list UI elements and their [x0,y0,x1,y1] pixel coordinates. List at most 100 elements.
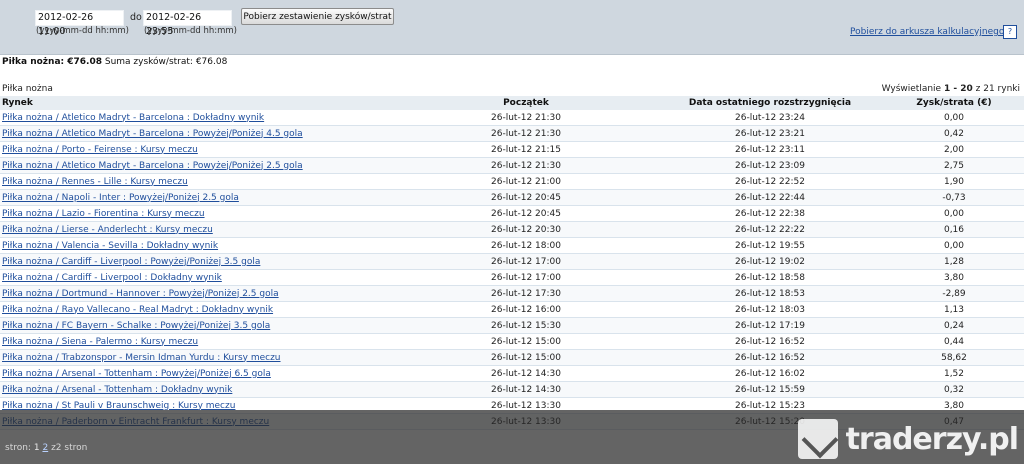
profit-loss-value: 58,62 [941,352,967,363]
market-link[interactable]: Piłka nożna / Napoli - Inter : Powyżej/P… [2,193,239,203]
settled-time: 26-lut-12 23:21 [735,128,805,139]
market-link[interactable]: Piłka nożna / Arsenal - Tottenham : Dokł… [2,385,232,395]
start-time: 26-lut-12 17:00 [491,272,561,283]
market-link[interactable]: Piłka nożna / Atletico Madryt - Barcelon… [2,161,303,171]
table-row: Piłka nożna / Dortmund - Hannover : Powy… [0,285,1024,302]
market-link[interactable]: Piłka nożna / Porto - Feirense : Kursy m… [2,145,198,155]
market-link[interactable]: Piłka nożna / Rennes - Lille : Kursy mec… [2,177,188,187]
table-row: Piłka nożna / Lazio - Fiorentina : Kursy… [0,205,1024,222]
start-time: 26-lut-12 21:00 [491,176,561,187]
col-settled[interactable]: Data ostatniego rozstrzygnięcia [668,96,872,110]
market-link[interactable]: Piłka nożna / Arsenal - Tottenham : Powy… [2,369,271,379]
section-title: Piłka nożna [2,84,53,94]
total-value: €76.08 [195,57,228,67]
market-link-cell: Piłka nożna / Valencia - Sevilla : Dokła… [0,237,384,254]
profit-loss-value: 3,80 [943,272,965,283]
start-time: 26-lut-12 20:45 [491,208,561,219]
page-2-link[interactable]: 2 [42,443,48,453]
help-icon[interactable]: ? [1003,25,1017,39]
settled-time: 26-lut-12 16:52 [735,352,805,363]
start-time-cell: 26-lut-12 17:30 [384,285,668,302]
date-to-input[interactable]: 2012-02-26 23:55 [143,10,232,37]
start-time: 26-lut-12 17:00 [491,256,561,267]
profit-loss-value-cell: 3,80 [872,269,1024,286]
market-link-cell: Piłka nożna / Arsenal - Tottenham : Dokł… [0,381,384,398]
watermark: traderzy.pl [797,418,1019,460]
market-link-cell: Piłka nożna / Napoli - Inter : Powyżej/P… [0,189,384,206]
start-time: 26-lut-12 13:30 [491,400,561,411]
settled-time-cell: 26-lut-12 23:21 [668,125,872,142]
col-start[interactable]: Początek [384,96,668,110]
market-link[interactable]: Piłka nożna / Siena - Palermo : Kursy me… [2,337,198,347]
total-label: Suma zysków/strat: [104,57,193,67]
summary-line: Piłka nożna: €76.08 Suma zysków/strat: €… [2,57,227,67]
start-time: 26-lut-12 15:00 [491,352,561,363]
table-row: Piłka nożna / Rayo Vallecano - Real Madr… [0,301,1024,318]
pager-total: z2 stron [51,443,88,453]
start-time-cell: 26-lut-12 21:15 [384,141,668,158]
profit-loss-value: 1,52 [943,368,965,379]
settled-time: 26-lut-12 23:09 [735,160,805,171]
start-time-cell: 26-lut-12 15:00 [384,349,668,366]
start-time: 26-lut-12 14:30 [491,384,561,395]
settled-time-cell: 26-lut-12 22:22 [668,221,872,238]
table-row: Piłka nożna / Atletico Madryt - Barcelon… [0,157,1024,174]
market-link[interactable]: Piłka nożna / Lazio - Fiorentina : Kursy… [2,209,205,219]
market-link[interactable]: Piłka nożna / Cardiff - Liverpool : Dokł… [2,273,222,283]
get-report-button[interactable]: Pobierz zestawienie zysków/strat [241,8,394,25]
table-row: Piłka nożna / Arsenal - Tottenham : Dokł… [0,381,1024,398]
table-header: Rynek Początek Data ostatniego rozstrzyg… [0,96,1024,110]
market-link[interactable]: Piłka nożna / FC Bayern - Schalke : Powy… [2,321,270,331]
start-time: 26-lut-12 21:30 [491,128,561,139]
market-link-cell: Piłka nożna / Porto - Feirense : Kursy m… [0,141,384,158]
page-1: 1 [33,443,40,453]
table-row: Piłka nożna / Rennes - Lille : Kursy mec… [0,173,1024,190]
market-link[interactable]: Piłka nożna / St Pauli v Braunschweig : … [2,401,235,411]
market-link-cell: Piłka nożna / Atletico Madryt - Barcelon… [0,125,384,142]
profit-loss-value-cell: 0,00 [872,237,1024,254]
date-to-label: do [130,12,142,23]
settled-time-cell: 26-lut-12 19:55 [668,237,872,254]
settled-time-cell: 26-lut-12 23:24 [668,110,872,126]
profit-loss-value-cell: 0,42 [872,125,1024,142]
start-time-cell: 26-lut-12 20:45 [384,189,668,206]
export-spreadsheet-link[interactable]: Pobierz do arkusza kalkulacyjnego [850,27,1004,37]
market-link[interactable]: Piłka nożna / Dortmund - Hannover : Powy… [2,289,279,299]
profit-loss-value-cell: 0,24 [872,317,1024,334]
market-link[interactable]: Piłka nożna / Rayo Vallecano - Real Madr… [2,305,273,315]
market-link[interactable]: Piłka nożna / Cardiff - Liverpool : Powy… [2,257,260,267]
market-link[interactable]: Piłka nożna / Valencia - Sevilla : Dokła… [2,241,218,251]
start-time: 26-lut-12 16:00 [491,304,561,315]
settled-time: 26-lut-12 18:03 [735,304,805,315]
table-row: Piłka nożna / Siena - Palermo : Kursy me… [0,333,1024,350]
col-market[interactable]: Rynek [0,96,384,110]
settled-time: 26-lut-12 22:22 [735,224,805,235]
profit-loss-value-cell: 0,32 [872,381,1024,398]
start-time: 26-lut-12 21:30 [491,112,561,123]
profit-loss-value-cell: 1,13 [872,301,1024,318]
profit-loss-value-cell: 2,00 [872,141,1024,158]
markets-table: Rynek Początek Data ostatniego rozstrzyg… [0,96,1024,430]
profit-loss-value-cell: 0,00 [872,205,1024,222]
settled-time: 26-lut-12 15:23 [735,400,805,411]
market-link[interactable]: Piłka nożna / Trabzonspor - Mersin Idman… [2,353,281,363]
market-link[interactable]: Piłka nożna / Atletico Madryt - Barcelon… [2,129,303,139]
market-link[interactable]: Piłka nożna / Atletico Madryt - Barcelon… [2,113,264,123]
table-row: Piłka nożna / Arsenal - Tottenham : Powy… [0,365,1024,382]
market-link-cell: Piłka nożna / Atletico Madryt - Barcelon… [0,157,384,174]
market-link-cell: Piłka nożna / Atletico Madryt - Barcelon… [0,110,384,126]
start-time: 26-lut-12 17:30 [491,288,561,299]
settled-time: 26-lut-12 17:19 [735,320,805,331]
col-profit-loss[interactable]: Zysk/strata (€) [872,96,1024,110]
profit-loss-value: -2,89 [942,288,966,299]
settled-time-cell: 26-lut-12 22:44 [668,189,872,206]
date-from-input[interactable]: 2012-02-26 11:00 [35,10,124,37]
market-link[interactable]: Piłka nożna / Lierse - Anderlecht : Kurs… [2,225,213,235]
start-time: 26-lut-12 18:00 [491,240,561,251]
settled-time-cell: 26-lut-12 18:58 [668,269,872,286]
start-time-cell: 26-lut-12 17:00 [384,269,668,286]
settled-time: 26-lut-12 19:02 [735,256,805,267]
market-link-cell: Piłka nożna / Arsenal - Tottenham : Powy… [0,365,384,382]
start-time-cell: 26-lut-12 14:30 [384,381,668,398]
table-row: Piłka nożna / Trabzonspor - Mersin Idman… [0,349,1024,366]
